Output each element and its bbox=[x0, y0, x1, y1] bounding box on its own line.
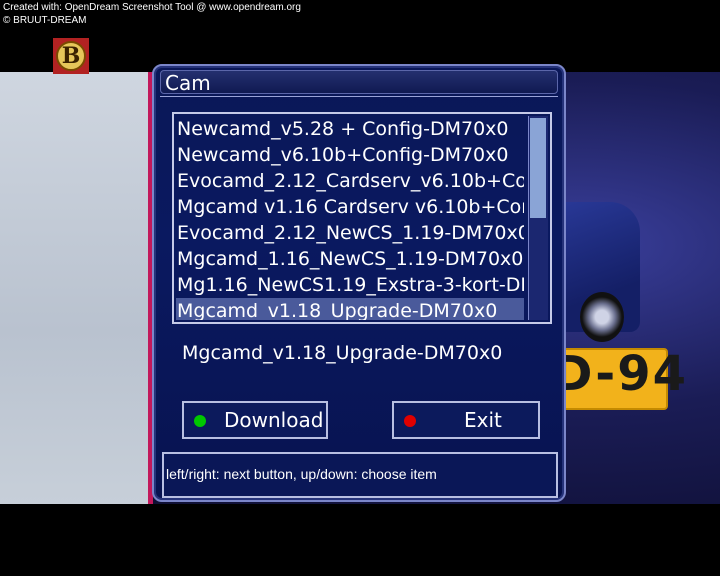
screenshot-credit: Created with: OpenDream Screenshot Tool … bbox=[3, 2, 301, 13]
dialog-titlebar: Cam bbox=[160, 70, 558, 95]
download-button-label: Download bbox=[224, 408, 324, 432]
list-item[interactable]: Mgcamd v1.16 Cardserv v6.10b+Config-DM70… bbox=[176, 194, 524, 220]
cam-list-items[interactable]: Newcamd_v5.28 + Config-DM70x0 Newcamd_v6… bbox=[176, 116, 524, 320]
background-left-panel bbox=[0, 72, 152, 504]
help-box: left/right: next button, up/down: choose… bbox=[162, 452, 558, 498]
bruut-logo: B bbox=[53, 38, 89, 74]
selected-item-label: Mgcamd_v1.18_Upgrade-DM70x0 bbox=[182, 342, 503, 364]
list-scrollbar[interactable] bbox=[528, 116, 548, 320]
background-car-wheel bbox=[580, 292, 624, 342]
exit-button[interactable]: Exit bbox=[392, 401, 540, 439]
list-item[interactable]: Evocamd_2.12_NewCS_1.19-DM70x0 bbox=[176, 220, 524, 246]
dialog-title: Cam bbox=[165, 71, 211, 95]
list-item-selected[interactable]: Mgcamd_v1.18_Upgrade-DM70x0 bbox=[176, 298, 524, 320]
cam-dialog: Cam Newcamd_v5.28 + Config-DM70x0 Newcam… bbox=[152, 64, 566, 502]
download-button[interactable]: Download bbox=[182, 401, 328, 439]
copyright-credit: © BRUUT-DREAM bbox=[3, 15, 87, 26]
list-item[interactable]: Mg1.16_NewCS1.19_Exstra-3-kort-DM70x0 bbox=[176, 272, 524, 298]
list-item[interactable]: Newcamd_v5.28 + Config-DM70x0 bbox=[176, 116, 524, 142]
help-text: left/right: next button, up/down: choose… bbox=[166, 466, 437, 482]
cam-list[interactable]: Newcamd_v5.28 + Config-DM70x0 Newcamd_v6… bbox=[172, 112, 552, 324]
scrollbar-thumb[interactable] bbox=[530, 118, 546, 218]
title-divider bbox=[160, 96, 558, 97]
logo-letter: B bbox=[56, 41, 86, 71]
list-item[interactable]: Mgcamd_1.16_NewCS_1.19-DM70x0 bbox=[176, 246, 524, 272]
list-item[interactable]: Evocamd_2.12_Cardserv_v6.10b+Config-DM70… bbox=[176, 168, 524, 194]
red-button-icon bbox=[404, 415, 416, 427]
exit-button-label: Exit bbox=[464, 408, 502, 432]
green-button-icon bbox=[194, 415, 206, 427]
list-item[interactable]: Newcamd_v6.10b+Config-DM70x0 bbox=[176, 142, 524, 168]
